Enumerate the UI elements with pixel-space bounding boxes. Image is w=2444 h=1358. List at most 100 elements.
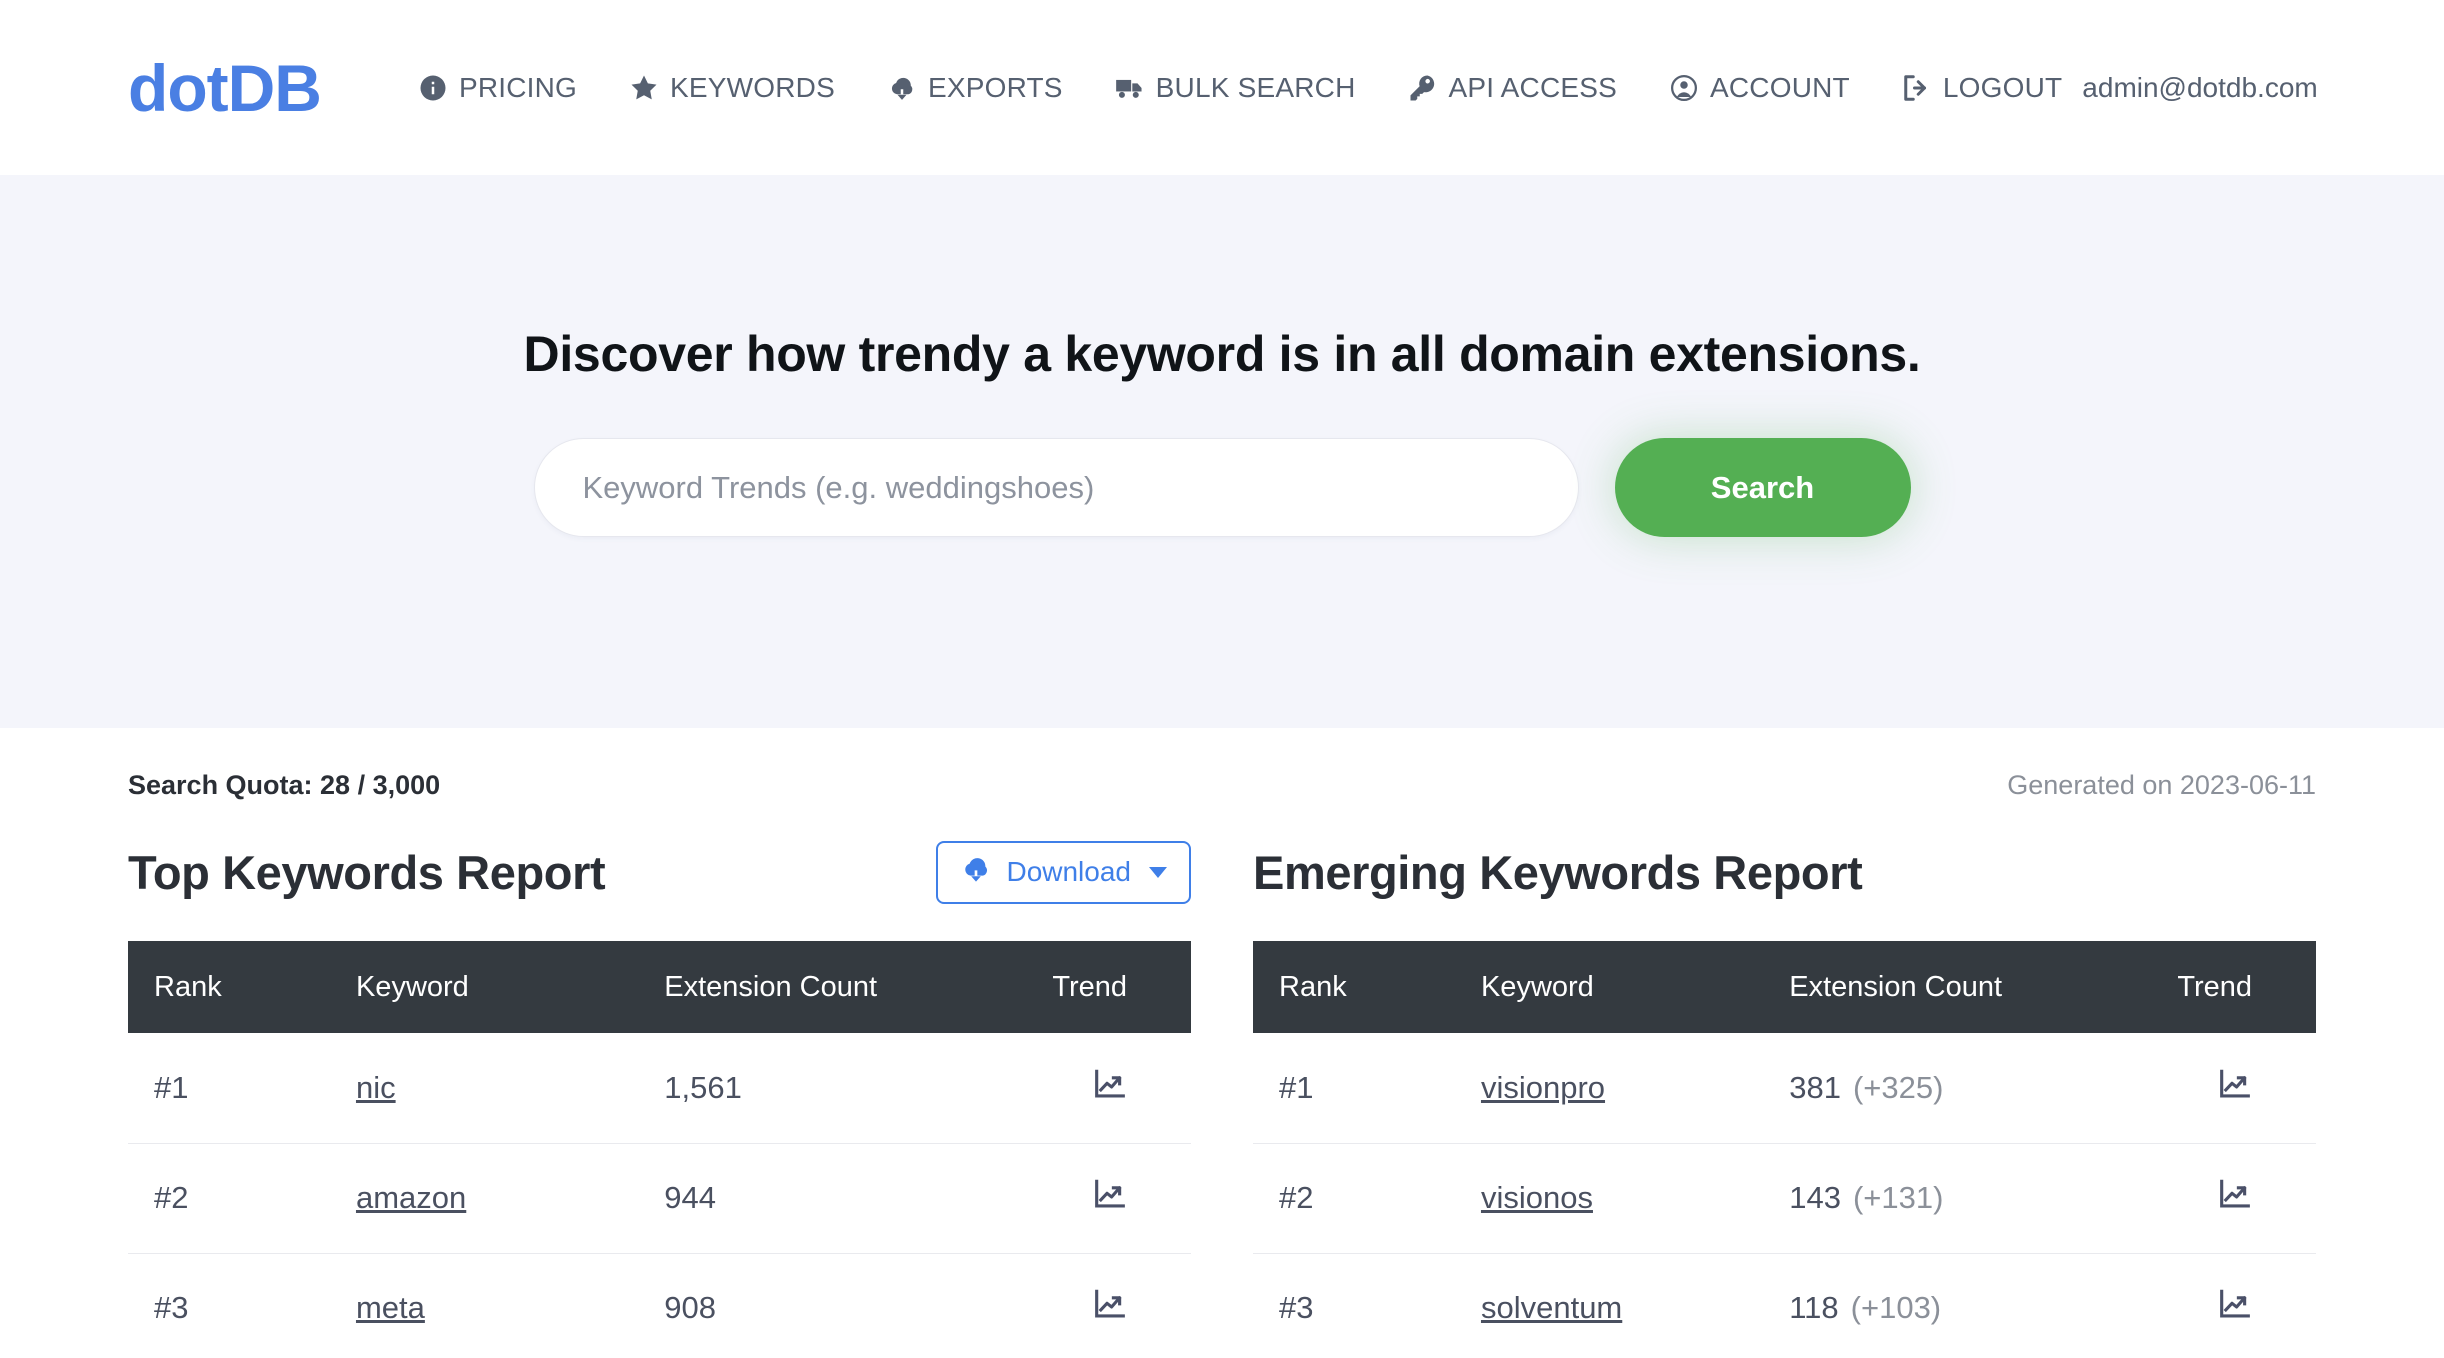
star-icon [629, 73, 659, 103]
search-bar: Search [533, 438, 1911, 537]
nav-item-logout[interactable]: LOGOUT admin@dotdb.com [1902, 72, 2318, 104]
count-delta: (+325) [1852, 1069, 1944, 1105]
chart-line-up-icon[interactable] [1093, 1288, 1127, 1328]
cloud-download-icon [960, 855, 992, 890]
meta-row: Search Quota: 28 / 3,000 Generated on 20… [128, 728, 2316, 801]
info-circle-icon [418, 73, 448, 103]
cell-keyword: nic [329, 1033, 639, 1144]
cell-rank: #3 [128, 1253, 330, 1358]
nav-label: API ACCESS [1448, 71, 1618, 103]
column-header-rank: Rank [128, 941, 330, 1033]
generated-on: Generated on 2023-06-11 [2007, 770, 2316, 800]
column-header-trend: Trend [2114, 941, 2316, 1033]
cell-trend [2114, 1253, 2316, 1358]
table-row: #2 amazon 944 [128, 1143, 1191, 1254]
nav-item-pricing[interactable]: PRICING [418, 72, 577, 104]
search-quota: Search Quota: 28 / 3,000 [128, 770, 441, 800]
column-header-rank: Rank [1253, 941, 1455, 1033]
chart-line-up-icon[interactable] [1093, 1068, 1127, 1108]
search-button[interactable]: Search [1614, 438, 1911, 537]
truck-icon [1115, 73, 1145, 103]
report-header: Top Keywords Report Download [128, 835, 1191, 909]
count-delta: (+131) [1852, 1180, 1944, 1215]
cell-rank: #2 [128, 1143, 330, 1254]
chevron-down-icon [1149, 866, 1167, 878]
report-title: Top Keywords Report [128, 845, 606, 899]
keyword-link[interactable]: visionpro [1481, 1070, 1605, 1105]
emerging-keywords-report: Emerging Keywords Report Rank Keyword Ex… [1253, 835, 2316, 1358]
nav-item-bulk-search[interactable]: BULK SEARCH [1115, 72, 1356, 104]
table-row: #1 visionpro 381 (+325) [1253, 1033, 2316, 1144]
count-value: 143 [1789, 1180, 1841, 1215]
cell-keyword: visionpro [1454, 1033, 1764, 1144]
search-input[interactable] [533, 438, 1579, 537]
cell-rank: #3 [1253, 1253, 1455, 1358]
column-header-keyword: Keyword [329, 941, 639, 1033]
keyword-link[interactable]: meta [356, 1290, 425, 1325]
keyword-link[interactable]: nic [356, 1070, 396, 1105]
cell-extension-count: 143 (+131) [1763, 1143, 2115, 1254]
cell-keyword: solventum [1454, 1253, 1764, 1358]
hero-section: Discover how trendy a keyword is in all … [0, 175, 2444, 728]
column-header-keyword: Keyword [1454, 941, 1764, 1033]
top-keywords-report: Top Keywords Report Download Rank Keywor… [128, 835, 1191, 1358]
cell-trend [989, 1253, 1191, 1358]
download-button[interactable]: Download [936, 840, 1191, 904]
nav-label: ACCOUNT [1710, 71, 1850, 103]
count-value: 381 [1789, 1069, 1841, 1105]
nav-label: KEYWORDS [670, 71, 835, 103]
table-row: #3 meta 908 [128, 1253, 1191, 1358]
cell-extension-count: 1,561 [638, 1033, 990, 1144]
top-navigation-bar: dotDB PRICING KEYWORDS EXPORTS BULK SEAR… [0, 0, 2444, 175]
cell-keyword: visionos [1454, 1143, 1764, 1254]
reports-section: Search Quota: 28 / 3,000 Generated on 20… [0, 728, 2444, 1358]
main-nav: PRICING KEYWORDS EXPORTS BULK SEARCH API [418, 72, 2318, 104]
nav-label: PRICING [458, 71, 578, 103]
key-icon [1408, 73, 1438, 103]
emerging-keywords-table: Rank Keyword Extension Count Trend #1 vi… [1253, 941, 2316, 1358]
report-title: Emerging Keywords Report [1253, 845, 1863, 899]
chart-line-up-icon[interactable] [1093, 1178, 1127, 1218]
count-value: 944 [664, 1180, 716, 1215]
report-header: Emerging Keywords Report [1253, 835, 2316, 909]
page-title: Discover how trendy a keyword is in all … [523, 326, 1921, 382]
chart-line-up-icon[interactable] [2218, 1068, 2252, 1108]
chart-line-up-icon[interactable] [2218, 1178, 2252, 1218]
cell-trend [2114, 1033, 2316, 1144]
column-header-extension-count: Extension Count [638, 941, 990, 1033]
column-header-trend: Trend [989, 941, 1191, 1033]
nav-label: EXPORTS [927, 71, 1063, 103]
cell-rank: #2 [1253, 1143, 1455, 1254]
cell-extension-count: 118 (+103) [1763, 1253, 2115, 1358]
user-circle-icon [1669, 73, 1699, 103]
keyword-link[interactable]: visionos [1481, 1180, 1593, 1215]
cell-extension-count: 908 [638, 1253, 990, 1358]
cell-extension-count: 381 (+325) [1763, 1033, 2115, 1144]
column-header-extension-count: Extension Count [1763, 941, 2115, 1033]
table-row: #1 nic 1,561 [128, 1033, 1191, 1144]
top-keywords-table: Rank Keyword Extension Count Trend #1 ni… [128, 941, 1191, 1358]
cell-trend [2114, 1143, 2316, 1254]
count-value: 1,561 [664, 1069, 742, 1105]
cell-rank: #1 [1253, 1033, 1455, 1144]
table-row: #2 visionos 143 (+131) [1253, 1143, 2316, 1254]
count-delta: (+103) [1850, 1290, 1942, 1325]
cell-keyword: meta [329, 1253, 639, 1358]
count-value: 118 [1789, 1290, 1839, 1325]
cell-trend [989, 1033, 1191, 1144]
nav-item-exports[interactable]: EXPORTS [887, 72, 1063, 104]
keyword-link[interactable]: solventum [1481, 1290, 1622, 1325]
cell-keyword: amazon [329, 1143, 639, 1254]
keyword-link[interactable]: amazon [356, 1180, 466, 1215]
nav-item-account[interactable]: ACCOUNT [1669, 72, 1850, 104]
site-logo[interactable]: dotDB [128, 55, 322, 121]
chart-line-up-icon[interactable] [2218, 1288, 2252, 1328]
nav-item-keywords[interactable]: KEYWORDS [629, 72, 835, 104]
cell-trend [989, 1143, 1191, 1254]
cell-rank: #1 [128, 1033, 330, 1144]
nav-item-api-access[interactable]: API ACCESS [1408, 72, 1618, 104]
cell-extension-count: 944 [638, 1143, 990, 1254]
count-value: 908 [664, 1290, 716, 1325]
table-header-row: Rank Keyword Extension Count Trend [1253, 941, 2316, 1033]
table-row: #3 solventum 118 (+103) [1253, 1253, 2316, 1358]
